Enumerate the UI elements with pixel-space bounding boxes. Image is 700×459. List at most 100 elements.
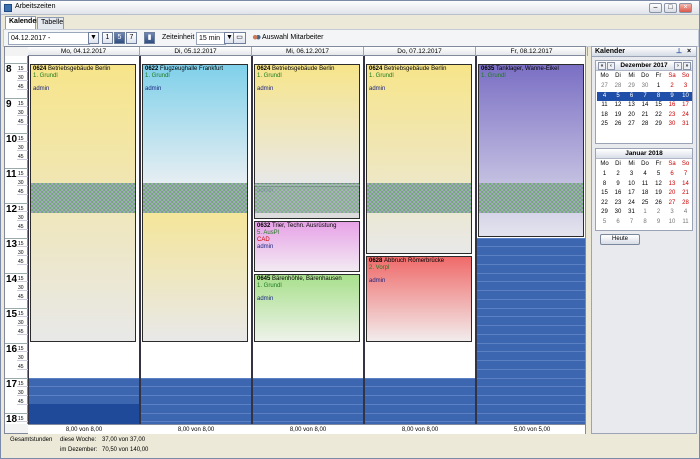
day-cell[interactable]: 8 [652, 92, 665, 101]
day-cell[interactable]: 29 [625, 82, 638, 91]
maximize-button[interactable]: □ [664, 3, 677, 13]
day-cell[interactable]: 26 [612, 120, 625, 129]
prev-month-icon[interactable]: ‹ [607, 62, 615, 70]
day-cell[interactable]: 27 [625, 120, 638, 129]
day-cell[interactable]: 4 [639, 170, 652, 179]
day-cell[interactable]: 19 [652, 189, 665, 198]
screen-icon[interactable]: ▭ [233, 32, 246, 44]
day-cell[interactable]: 29 [652, 120, 665, 129]
day-cell[interactable]: 26 [652, 199, 665, 208]
day-cell[interactable]: 7 [679, 170, 692, 179]
day-cell[interactable]: 30 [612, 208, 625, 217]
event-block[interactable]: 0645 Bärenhöhle, Bärenhausen 1. Grundl adm… [254, 273, 360, 342]
minimize-button[interactable]: – [649, 3, 662, 13]
day-cell[interactable]: 28 [679, 199, 692, 208]
day-cell[interactable]: 20 [666, 189, 679, 198]
day-cell[interactable]: 23 [612, 199, 625, 208]
day-cell[interactable]: 10 [679, 92, 692, 101]
day-cell[interactable]: 31 [625, 208, 638, 217]
day-cell[interactable]: 24 [679, 111, 692, 120]
date-range-dropdown-icon[interactable]: ▼ [88, 32, 99, 44]
day-cell[interactable]: 19 [612, 111, 625, 120]
time-unit-select[interactable]: 15 min [196, 32, 226, 45]
tab-kalender[interactable]: Kalender [5, 16, 39, 29]
tab-tabelle[interactable]: Tabelle [37, 17, 64, 29]
day-cell[interactable]: 6 [612, 218, 625, 227]
day-cell[interactable]: 13 [625, 101, 638, 110]
pin-icon[interactable]: ⊥ [676, 47, 682, 57]
day-cell[interactable]: 3 [679, 82, 692, 91]
day-cell[interactable]: 30 [666, 120, 679, 129]
day-cell[interactable]: 20 [625, 111, 638, 120]
day-cell[interactable]: 13 [666, 180, 679, 189]
day-cell[interactable]: 24 [625, 199, 638, 208]
view-5-day-button[interactable]: 5 [114, 32, 125, 44]
day-cell[interactable]: 9 [612, 180, 625, 189]
day-cell[interactable]: 30 [639, 82, 652, 91]
day-cell[interactable]: 12 [652, 180, 665, 189]
event-block[interactable]: 0622 Flugzeughalle Frankfurt 1. Grundl adm… [142, 63, 248, 184]
day-cell[interactable]: 29 [598, 208, 611, 217]
day-cell[interactable]: 8 [598, 180, 611, 189]
day-cell[interactable]: 18 [639, 189, 652, 198]
day-cell[interactable]: 1 [598, 170, 611, 179]
day-cell[interactable]: 21 [679, 189, 692, 198]
day-cell[interactable]: 22 [652, 111, 665, 120]
day-cell[interactable]: 27 [666, 199, 679, 208]
day-cell[interactable]: 8 [639, 218, 652, 227]
day-cell[interactable]: 11 [679, 218, 692, 227]
day-cell[interactable]: 21 [639, 111, 652, 120]
next-year-icon[interactable]: » [683, 62, 691, 70]
day-cell[interactable]: 5 [612, 92, 625, 101]
day-cell[interactable]: 2 [652, 208, 665, 217]
event-block[interactable]: 0624 Betriebsgebäude Berlin1. Grundl admi… [366, 63, 472, 254]
day-cell[interactable]: 3 [625, 170, 638, 179]
day-cell[interactable]: 28 [612, 82, 625, 91]
day-cell[interactable]: 27 [598, 82, 611, 91]
day-cell[interactable]: 25 [639, 199, 652, 208]
day-cell[interactable]: 11 [598, 101, 611, 110]
event-block[interactable]: 0628 Abbruch Römerbrücke 2. Vorpl admin [366, 256, 472, 342]
day-cell[interactable]: 17 [679, 101, 692, 110]
day-cell[interactable]: 5 [598, 218, 611, 227]
day-cell[interactable]: 10 [625, 180, 638, 189]
day-cell[interactable]: 3 [666, 208, 679, 217]
day-cell[interactable]: 4 [679, 208, 692, 217]
today-button[interactable]: Heute [600, 234, 640, 245]
day-cell[interactable]: 5 [652, 170, 665, 179]
day-cell[interactable]: 9 [666, 92, 679, 101]
day-cell[interactable]: 7 [625, 218, 638, 227]
day-cell[interactable]: 7 [639, 92, 652, 101]
prev-year-icon[interactable]: « [598, 62, 606, 70]
day-cell[interactable]: 11 [639, 180, 652, 189]
day-cell[interactable]: 28 [639, 120, 652, 129]
event-block[interactable]: 0624 Betriebsgebäude Berlin1. Grundl admi… [254, 63, 360, 184]
view-1-day-button[interactable]: 1 [102, 32, 113, 44]
panel-close-icon[interactable]: × [687, 47, 691, 57]
calendar-grid[interactable]: 0624 Betriebsgebäude Berlin 1. Grundl admi… [28, 56, 585, 424]
day-cell[interactable]: 18 [598, 111, 611, 120]
employee-icon[interactable] [252, 34, 261, 42]
day-cell[interactable]: 15 [652, 101, 665, 110]
date-range-select[interactable]: 04.12.2017 - 10.12.2017 [8, 32, 90, 53]
view-7-day-button[interactable]: 7 [126, 32, 137, 44]
day-cell[interactable]: 4 [598, 92, 611, 101]
day-cell[interactable]: 1 [639, 208, 652, 217]
day-cell[interactable]: 14 [639, 101, 652, 110]
event-block[interactable]: 0632 Trier, Techn. Ausrüstung 5. AusPl CAD… [254, 221, 360, 272]
day-cell[interactable]: 2 [612, 170, 625, 179]
day-cell[interactable]: 6 [625, 92, 638, 101]
day-cell[interactable]: 31 [679, 120, 692, 129]
day-cell[interactable]: 6 [666, 170, 679, 179]
next-month-icon[interactable]: › [674, 62, 682, 70]
day-cell[interactable]: 15 [598, 189, 611, 198]
day-cell[interactable]: 9 [652, 218, 665, 227]
column-view-icon[interactable]: ▮ [144, 32, 155, 44]
day-cell[interactable]: 23 [666, 111, 679, 120]
day-cell[interactable]: 14 [679, 180, 692, 189]
day-cell[interactable]: 2 [666, 82, 679, 91]
close-button[interactable]: × [679, 3, 692, 13]
day-cell[interactable]: 16 [666, 101, 679, 110]
day-cell[interactable]: 1 [652, 82, 665, 91]
day-cell[interactable]: 25 [598, 120, 611, 129]
